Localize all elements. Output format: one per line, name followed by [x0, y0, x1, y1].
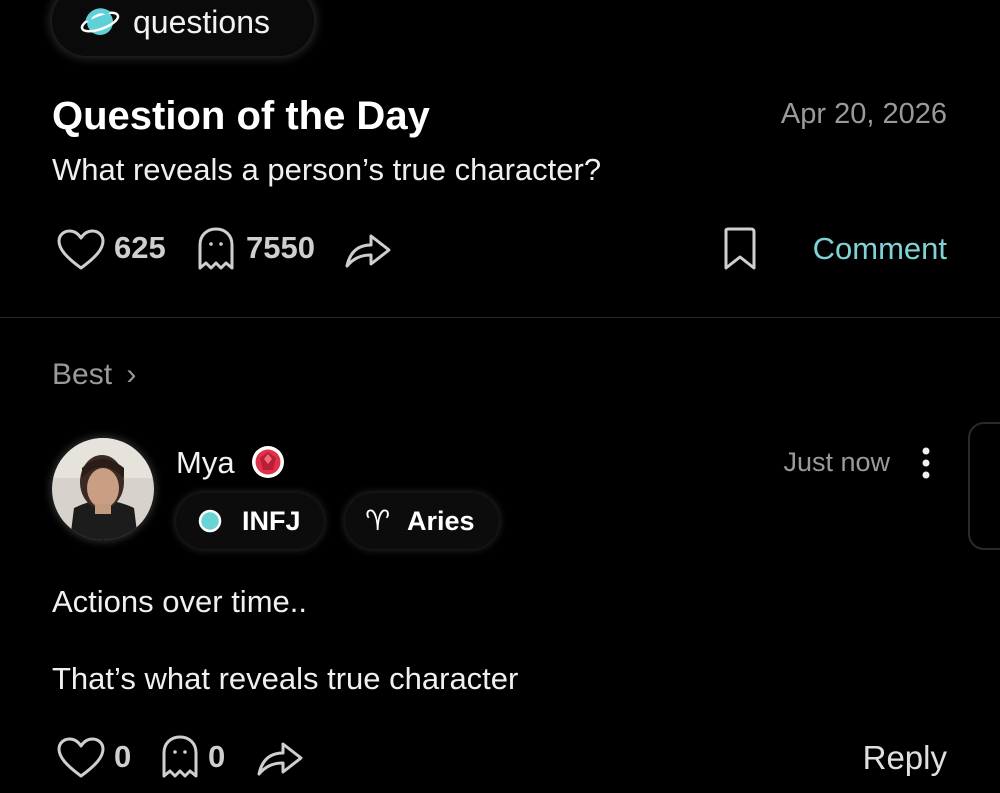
ghost-icon[interactable]: [160, 734, 200, 780]
share-icon[interactable]: [256, 736, 304, 778]
question-like-count: 625: [114, 230, 166, 265]
topic-label: questions: [133, 4, 270, 40]
more-options-icon[interactable]: [918, 446, 934, 480]
aries-icon: ♈: [365, 504, 391, 537]
avatar[interactable]: [52, 438, 154, 540]
question-date: Apr 20, 2026: [780, 98, 947, 130]
side-drawer-handle[interactable]: [968, 422, 1000, 550]
share-icon[interactable]: [344, 228, 392, 270]
question-body: What reveals a person’s true character?: [52, 152, 602, 187]
comment-username[interactable]: Mya: [176, 444, 235, 482]
sort-selector[interactable]: Best ›: [52, 356, 136, 394]
comment-ghost-count: 0: [208, 739, 226, 774]
comment-text-line-1: Actions over time..: [52, 584, 307, 619]
zodiac-tag[interactable]: ♈ Aries: [345, 493, 499, 549]
comment-button[interactable]: Comment: [813, 229, 947, 269]
bookmark-icon[interactable]: [721, 226, 759, 272]
heart-icon[interactable]: [56, 736, 106, 780]
app-screen: questions Question of the Day Apr 20, 20…: [0, 0, 1000, 793]
ruby-gem-icon: [252, 446, 284, 478]
section-divider: [0, 317, 1000, 318]
zodiac-label: Aries: [407, 506, 475, 536]
personality-tag[interactable]: INFJ: [176, 493, 324, 549]
heart-icon[interactable]: [56, 228, 106, 272]
question-ghost-count: 7550: [246, 230, 315, 265]
personality-dot-icon: [198, 509, 222, 533]
personality-label: INFJ: [242, 506, 301, 536]
ghost-icon[interactable]: [196, 226, 236, 272]
comment-like-count: 0: [114, 739, 132, 774]
reply-button[interactable]: Reply: [863, 738, 947, 778]
question-title: Question of the Day: [52, 94, 430, 138]
comment-timestamp: Just now: [783, 447, 890, 477]
chevron-right-icon: ›: [126, 358, 137, 391]
comment-text-line-2: That’s what reveals true character: [52, 661, 519, 696]
avatar-photo: [52, 438, 154, 540]
sort-label: Best: [52, 358, 113, 391]
planet-icon: [80, 8, 120, 35]
